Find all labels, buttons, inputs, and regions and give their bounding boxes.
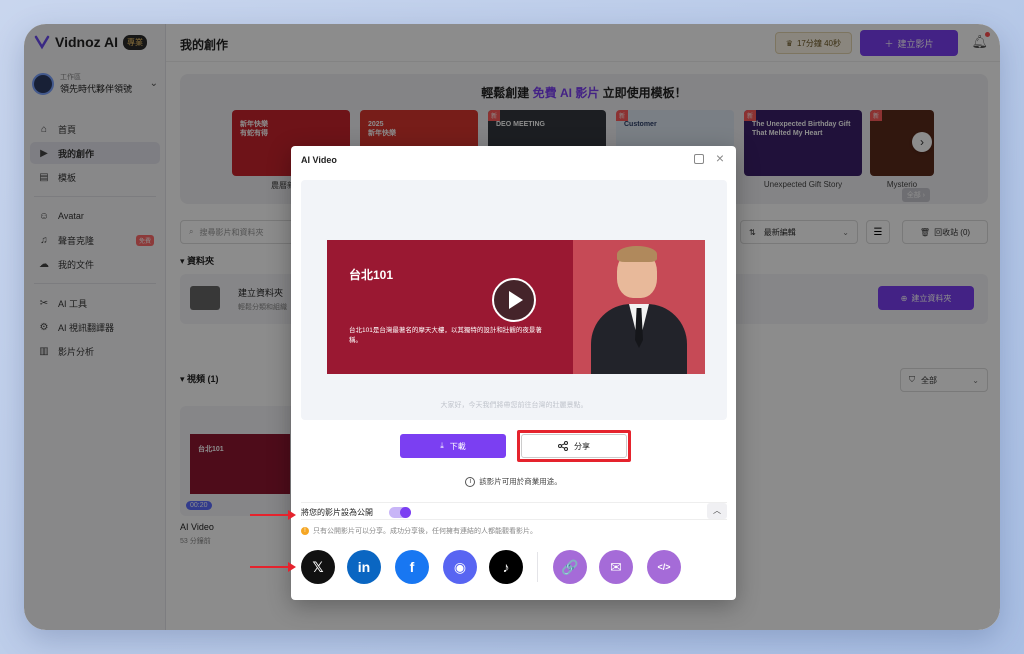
annotation-arrow-public: [250, 510, 296, 520]
social-glyph: 𝕏: [312, 558, 324, 575]
toggle-knob: [400, 507, 411, 518]
social-glyph: ✉: [610, 558, 622, 575]
link-icon[interactable]: 🔗: [553, 550, 587, 584]
public-label: 將您的影片設為公開: [301, 508, 373, 517]
preview-avatar: [573, 240, 705, 374]
tiktok-icon[interactable]: ♪: [489, 550, 523, 584]
commercial-note: i 該影片可用於商業用途。: [291, 476, 736, 487]
close-icon[interactable]: ×: [716, 150, 724, 166]
divider: [537, 552, 538, 582]
app-window: Vidnoz AI 專業 工作區 領先時代夥伴領號 ⌄ ⌂ 首頁 ▶ 我的創作 …: [24, 24, 1000, 630]
social-glyph: f: [409, 559, 415, 575]
modal-title: AI Video: [301, 155, 337, 165]
social-glyph: in: [357, 559, 371, 575]
ai-video-modal: AI Video × 台北101 台北101是台灣最著名的摩天大樓，以其獨特的設…: [291, 146, 736, 600]
embed-icon[interactable]: </>: [647, 550, 681, 584]
info-icon: i: [465, 476, 476, 487]
share-highlight-box: [517, 430, 631, 462]
download-icon: ⤓: [440, 441, 444, 450]
chevron-up-icon[interactable]: ︿: [707, 503, 727, 519]
social-glyph: ♪: [502, 559, 510, 575]
preview-description: 台北101是台灣最著名的摩天大樓，以其獨特的設計和壯觀的夜景著稱。: [349, 327, 542, 344]
annotation-arrow-social: [250, 562, 296, 572]
public-note-text: 只有公開影片可以分享。成功分享後，任何擁有連結的人都能觀看影片。: [313, 528, 537, 535]
discord-icon[interactable]: ◉: [443, 550, 477, 584]
public-toggle[interactable]: [389, 507, 411, 518]
commercial-note-text: 該影片可用於商業用途。: [479, 477, 562, 486]
email-icon[interactable]: ✉: [599, 550, 633, 584]
avatar-hair: [617, 246, 657, 262]
download-button[interactable]: ⤓ 下載: [400, 434, 506, 458]
video-preview[interactable]: 台北101 台北101是台灣最著名的摩天大樓，以其獨特的設計和壯觀的夜景著稱。 …: [301, 180, 727, 420]
warning-icon: !: [301, 527, 309, 535]
facebook-icon[interactable]: f: [395, 550, 429, 584]
social-glyph: </>: [657, 562, 671, 572]
preview-title: 台北101: [349, 268, 394, 282]
preview-slide: [327, 240, 573, 374]
play-button[interactable]: [492, 278, 536, 322]
download-label: 下載: [449, 441, 466, 451]
maximize-icon[interactable]: [694, 154, 704, 164]
social-glyph: 🔗: [561, 558, 579, 575]
play-icon: [509, 291, 523, 309]
preview-caption: 大家好，今天我們將帶您前往台灣的壯麗景點。: [440, 402, 588, 409]
social-glyph: ◉: [453, 558, 467, 575]
linkedin-icon[interactable]: in: [347, 550, 381, 584]
public-note: ! 只有公開影片可以分享。成功分享後，任何擁有連結的人都能觀看影片。: [301, 526, 537, 536]
public-setting-row: 將您的影片設為公開 ︿: [301, 502, 727, 520]
x-icon[interactable]: 𝕏: [301, 550, 335, 584]
